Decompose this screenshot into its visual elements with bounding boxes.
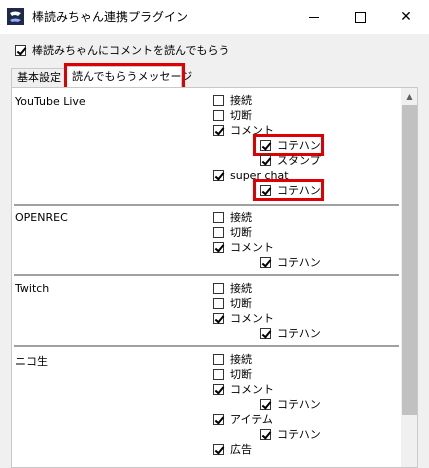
- section-twitch: Twitch 接続 切断 コメント コテハン: [12, 276, 402, 345]
- openrec-comment-checkbox[interactable]: [213, 242, 224, 253]
- section-title: Twitch: [15, 282, 50, 295]
- title-bar: 棒読みちゃん連携プラグイン ✕: [0, 0, 429, 34]
- close-icon: ✕: [400, 9, 412, 25]
- section-title: OPENREC: [15, 211, 68, 224]
- app-icon: [7, 8, 24, 25]
- nico-disconnect-label: 切断: [230, 368, 252, 381]
- openrec-connect-checkbox[interactable]: [213, 212, 224, 223]
- twitch-comment-label: コメント: [230, 312, 274, 325]
- nico-item-checkbox[interactable]: [213, 414, 224, 425]
- nico-ad-checkbox[interactable]: [213, 444, 224, 455]
- twitch-comment-kotehan-label: コテハン: [277, 327, 321, 340]
- nico-item-label: アイテム: [230, 413, 273, 426]
- youtube-disconnect-label: 切断: [230, 109, 252, 122]
- nico-item-kotehan-checkbox[interactable]: [260, 429, 271, 440]
- section-openrec: OPENREC 接続 切断 コメント コテハン: [12, 206, 402, 274]
- section-youtube: YouTube Live 接続 切断 コメント コテハン スタンプ super …: [12, 88, 402, 204]
- maximize-button[interactable]: [337, 0, 383, 34]
- openrec-comment-label: コメント: [230, 241, 274, 254]
- youtube-superchat-checkbox[interactable]: [213, 170, 224, 181]
- section-title: YouTube Live: [15, 95, 86, 108]
- youtube-comment-checkbox[interactable]: [213, 125, 224, 136]
- chevron-up-icon: ▲: [406, 91, 413, 101]
- nico-disconnect-checkbox[interactable]: [213, 369, 224, 380]
- scroll-up-button[interactable]: ▲: [401, 88, 417, 104]
- youtube-disconnect-checkbox[interactable]: [213, 110, 224, 121]
- youtube-stamp-checkbox[interactable]: [260, 155, 271, 166]
- minimize-icon: [309, 16, 319, 18]
- kotehan-highlight: [253, 134, 324, 156]
- window-title: 棒読みちゃん連携プラグイン: [32, 10, 189, 24]
- tab-basic-settings[interactable]: 基本設定: [11, 68, 66, 87]
- read-comments-label: 棒読みちゃんにコメントを読んでもらう: [32, 44, 230, 57]
- twitch-disconnect-checkbox[interactable]: [213, 298, 224, 309]
- nico-connect-label: 接続: [230, 353, 252, 366]
- nico-comment-checkbox[interactable]: [213, 384, 224, 395]
- openrec-disconnect-label: 切断: [230, 226, 252, 239]
- twitch-comment-kotehan-checkbox[interactable]: [260, 328, 271, 339]
- section-title: ニコ生: [15, 355, 48, 368]
- kotehan-highlight: [253, 179, 324, 201]
- vertical-scrollbar[interactable]: ▲: [401, 88, 417, 467]
- youtube-stamp-label: スタンプ: [277, 154, 321, 167]
- nico-comment-kotehan-checkbox[interactable]: [260, 399, 271, 410]
- youtube-connect-label: 接続: [230, 94, 252, 107]
- nico-comment-label: コメント: [230, 383, 274, 396]
- twitch-comment-checkbox[interactable]: [213, 313, 224, 324]
- nico-ad-label: 広告: [230, 443, 252, 456]
- twitch-connect-checkbox[interactable]: [213, 283, 224, 294]
- twitch-connect-label: 接続: [230, 282, 252, 295]
- section-nico: ニコ生 接続 切断 コメント コテハン アイテム コテハン 広告: [12, 347, 402, 467]
- close-button[interactable]: ✕: [383, 0, 429, 34]
- nico-connect-checkbox[interactable]: [213, 354, 224, 365]
- maximize-icon: [354, 11, 366, 23]
- twitch-disconnect-label: 切断: [230, 297, 252, 310]
- youtube-connect-checkbox[interactable]: [213, 95, 224, 106]
- read-comments-checkbox[interactable]: [15, 45, 26, 56]
- openrec-connect-label: 接続: [230, 211, 252, 224]
- openrec-comment-kotehan-checkbox[interactable]: [260, 257, 271, 268]
- scrollbar-thumb[interactable]: [402, 105, 417, 415]
- settings-panel: YouTube Live 接続 切断 コメント コテハン スタンプ super …: [11, 87, 418, 468]
- minimize-button[interactable]: [291, 0, 337, 34]
- nico-item-kotehan-label: コテハン: [277, 428, 321, 441]
- openrec-disconnect-checkbox[interactable]: [213, 227, 224, 238]
- tab-highlight: [64, 63, 185, 90]
- nico-comment-kotehan-label: コテハン: [277, 398, 321, 411]
- openrec-comment-kotehan-label: コテハン: [277, 256, 321, 269]
